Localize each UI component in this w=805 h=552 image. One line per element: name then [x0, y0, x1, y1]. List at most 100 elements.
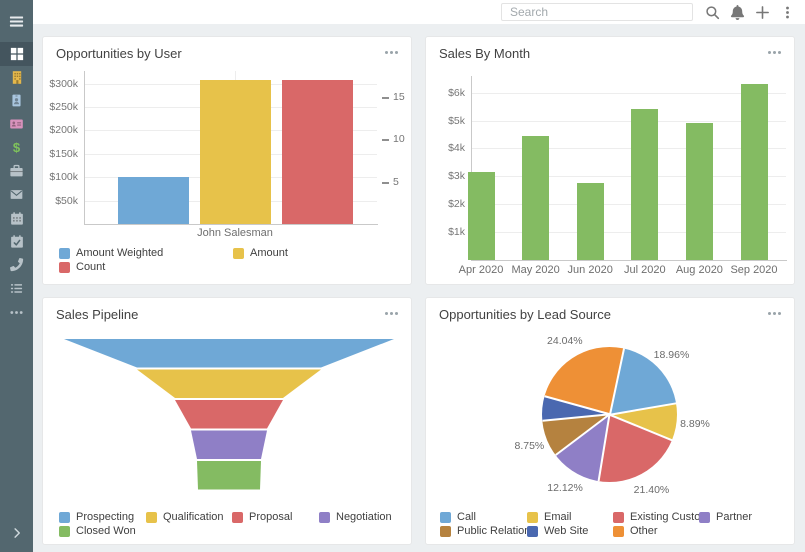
right-axis-label: 10 [393, 133, 417, 145]
legend-label: Prospecting [76, 511, 134, 523]
sidebar-item-contacts[interactable] [0, 89, 33, 113]
legend-swatch [59, 248, 70, 259]
legend-label: Email [544, 511, 572, 523]
legend-label: Proposal [249, 511, 292, 523]
y-axis-label: $250k [43, 101, 78, 113]
legend-item: Call [440, 511, 476, 523]
chart-bar-sales[interactable] [686, 123, 713, 260]
dashlet-sales-pipeline: Sales Pipeline ProspectingQualificationP… [42, 297, 412, 545]
id-card-icon [9, 117, 24, 131]
chart-bar-amount[interactable] [200, 80, 271, 224]
legend-swatch [59, 262, 70, 273]
funnel-svg [43, 298, 411, 544]
funnel-segment-proposal[interactable] [175, 400, 283, 429]
calendar-icon [10, 211, 24, 226]
sidebar-item-calendar[interactable] [0, 207, 33, 231]
building-icon [10, 70, 24, 85]
legend-item: Proposal [232, 511, 292, 523]
sidebar-item-stream[interactable] [0, 277, 33, 301]
legend-swatch [527, 512, 538, 523]
legend-label: Qualification [163, 511, 224, 523]
x-axis-line [84, 224, 378, 225]
y-axis-label: $2k [426, 198, 465, 210]
right-axis-label: 15 [393, 91, 417, 103]
sidebar-item-cases[interactable] [0, 160, 33, 184]
briefcase-icon [9, 164, 24, 178]
bell-icon[interactable] [729, 4, 745, 20]
legend-item: Public Relations [440, 525, 536, 537]
ellipsis-icon [9, 305, 24, 320]
chart-bar-sales[interactable] [468, 172, 495, 260]
sidebar-item-calls[interactable] [0, 254, 33, 278]
plus-icon[interactable] [754, 4, 770, 20]
funnel-segment-negotiation[interactable] [191, 431, 267, 460]
legend-label: Existing Custo... [630, 511, 709, 523]
y-axis-label: $200k [43, 124, 78, 136]
legend-label: Partner [716, 511, 752, 523]
gridline [471, 204, 786, 205]
legend-label: Other [630, 525, 658, 537]
legend-label: Count [76, 261, 105, 273]
sidebar-item-dashboard[interactable] [0, 42, 33, 66]
gridline [471, 121, 786, 122]
funnel-segment-qualification[interactable] [137, 370, 321, 399]
legend-swatch [232, 512, 243, 523]
legend-item: Qualification [146, 511, 224, 523]
sales-by-month-chart: $1k$2k$3k$4k$5k$6kApr 2020May 2020Jun 20… [426, 37, 794, 284]
legend-swatch [440, 512, 451, 523]
legend-swatch [233, 248, 244, 259]
sidebar-item-leads[interactable] [0, 113, 33, 137]
kebab-icon[interactable] [779, 4, 795, 20]
gridline [471, 232, 786, 233]
pie-percentage-label: 8.75% [514, 440, 544, 452]
legend-label: Negotiation [336, 511, 392, 523]
sidebar-item-opportunities[interactable]: $ [0, 136, 33, 160]
chart-bar-sales[interactable] [741, 84, 768, 260]
contact-card-icon [10, 93, 23, 108]
sidebar-item-emails[interactable] [0, 183, 33, 207]
sidebar-item-more[interactable] [0, 301, 33, 325]
legend-item: Amount Weighted [59, 247, 163, 259]
sales-pipeline-funnel: Prospecting Qualification Proposal Negotiat… [43, 298, 411, 544]
legend-item: Existing Custo... [613, 511, 709, 523]
grid-icon [10, 47, 24, 61]
hamburger-icon[interactable] [0, 0, 33, 42]
search-input[interactable] [501, 3, 693, 21]
legend-label: Closed Won [76, 525, 136, 537]
legend-label: Public Relations [457, 525, 536, 537]
chart-bar-sales[interactable] [631, 109, 658, 260]
legend-label: Call [457, 511, 476, 523]
sidebar-item-activities[interactable] [0, 230, 33, 254]
pie-percentage-label: 12.12% [547, 482, 583, 494]
gridline [471, 93, 786, 94]
sidebar-item-accounts[interactable] [0, 66, 33, 90]
dollar-icon: $ [9, 140, 24, 155]
legend-item: Partner [699, 511, 752, 523]
legend-label: Amount Weighted [76, 247, 163, 259]
chart-bar-sales[interactable] [577, 183, 604, 260]
right-axis-label: 5 [393, 176, 417, 188]
chart-bar-sales[interactable] [522, 136, 549, 260]
x-axis-label: John Salesman [175, 227, 295, 239]
right-tick-dash [382, 97, 389, 99]
funnel-segment-prospecting[interactable] [64, 339, 394, 368]
legend-label: Amount [250, 247, 288, 259]
legend-swatch [146, 512, 157, 523]
legend-swatch [59, 512, 70, 523]
x-axis-line [471, 260, 787, 261]
chart-bar-count[interactable] [282, 80, 353, 225]
funnel-segment-closed-won[interactable] [197, 461, 261, 490]
pie-percentage-label: 18.96% [654, 349, 690, 361]
legend-item: Other [613, 525, 658, 537]
right-tick-dash [382, 182, 389, 184]
x-axis-label: Sep 2020 [714, 264, 794, 276]
sidebar-collapse-button[interactable] [0, 526, 33, 545]
search-icon[interactable] [704, 4, 720, 20]
legend-item: Web Site [527, 525, 588, 537]
legend-swatch [440, 526, 451, 537]
chart-bar-amount-weighted[interactable] [118, 177, 189, 224]
topbar [33, 0, 805, 24]
y-axis-label: $150k [43, 148, 78, 160]
legend-swatch [613, 512, 624, 523]
pie-percentage-label: 21.40% [634, 484, 670, 496]
